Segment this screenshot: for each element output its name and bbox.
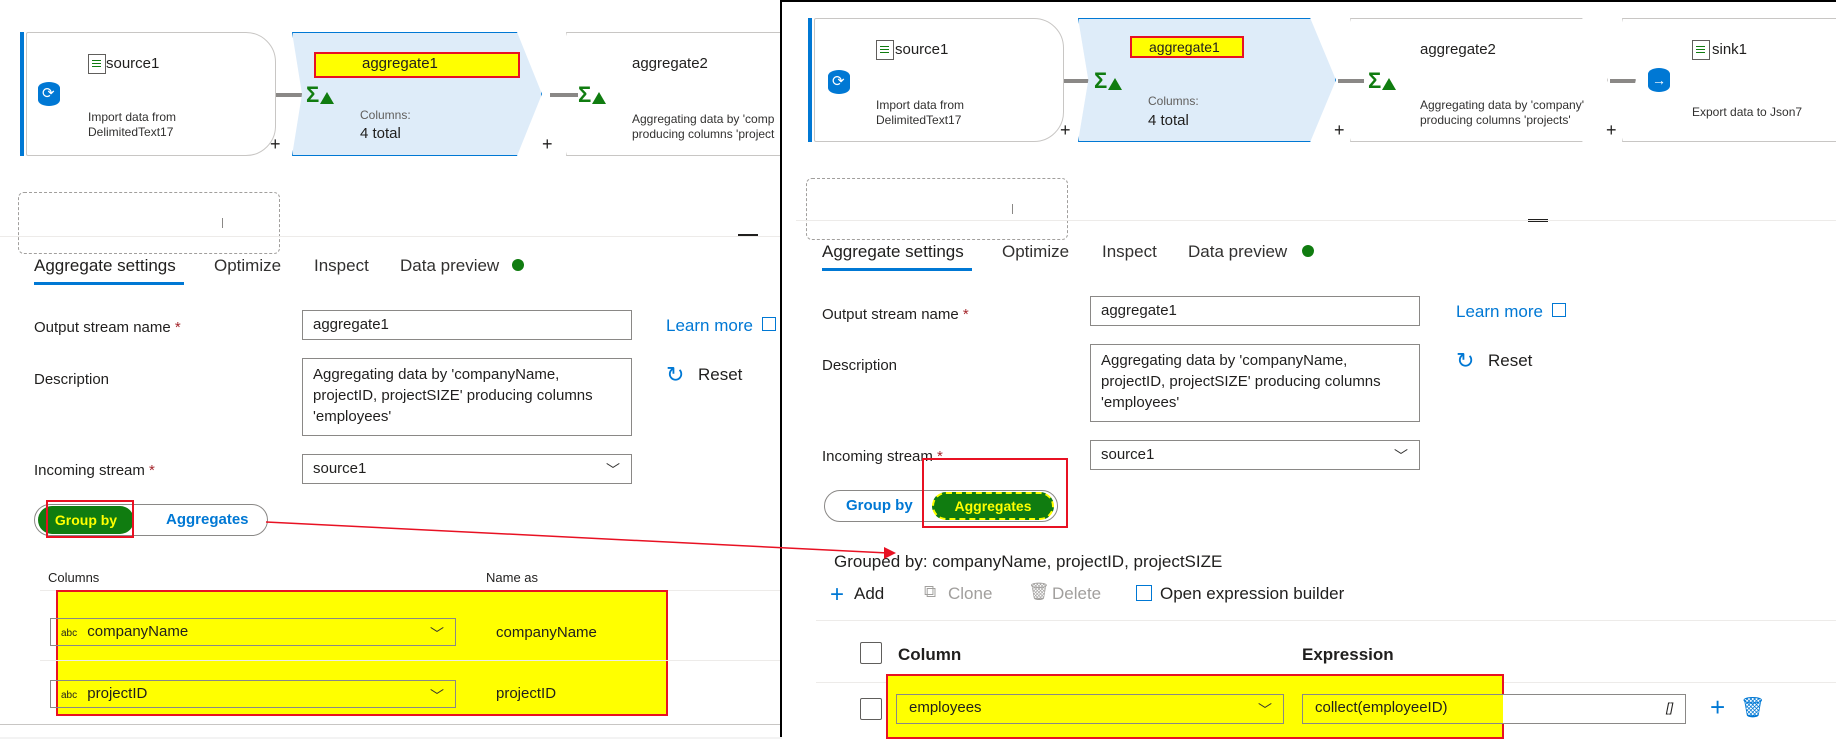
- annotation-arrow-line: [265, 521, 889, 554]
- annotation-arrow: [265, 521, 896, 559]
- annotation-arrow-head: [884, 547, 896, 559]
